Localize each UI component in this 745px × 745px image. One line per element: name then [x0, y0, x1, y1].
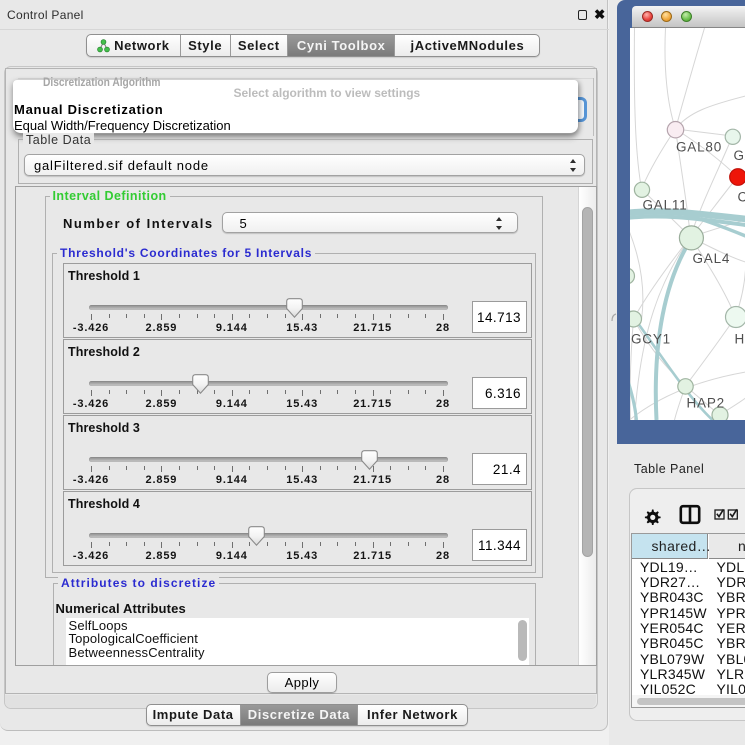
svg-text:CD: CD: [737, 190, 745, 205]
svg-text:H: H: [734, 332, 745, 347]
svg-text:GA: GA: [733, 148, 745, 163]
svg-text:GAL11: GAL11: [642, 198, 687, 213]
svg-text:GAL4: GAL4: [692, 251, 730, 266]
svg-text:GCY1: GCY1: [631, 332, 671, 347]
svg-text:GAL80: GAL80: [676, 140, 722, 155]
svg-text:HAP2: HAP2: [686, 396, 724, 411]
